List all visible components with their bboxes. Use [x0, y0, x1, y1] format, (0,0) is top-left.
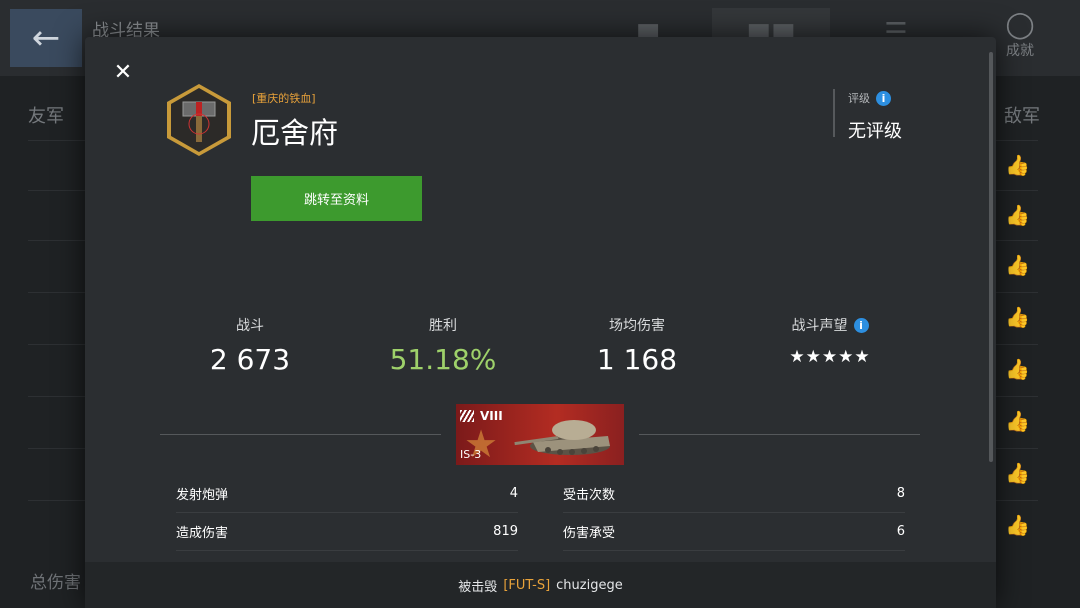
rating-label: 评级 i — [848, 90, 891, 106]
detail-value: 4 — [509, 485, 518, 501]
scrollbar[interactable] — [989, 52, 993, 462]
detail-value: 8 — [896, 485, 905, 501]
divider — [639, 434, 920, 435]
reputation-stars: ★★★★★ — [789, 347, 871, 367]
detail-label: 造成伤害 — [176, 525, 229, 541]
stat-battles: 战斗 2 673 — [150, 315, 350, 376]
killed-by-label: 被击毁 — [458, 579, 498, 595]
thumbs-up-icon[interactable]: 👍 — [1005, 461, 1030, 485]
detail-row: 发射炮弹 4 — [176, 474, 518, 513]
clan-tag: [重庆的铁血] — [252, 92, 316, 105]
heavy-tank-class-icon — [460, 410, 474, 422]
stat-label: 战斗声望 i — [730, 315, 930, 335]
total-damage-label: 总伤害 — [30, 573, 81, 593]
enemies-header: 敌军 — [1004, 106, 1040, 127]
killer-clan-tag: [FUT-S] — [503, 577, 551, 593]
rating-value: 无评级 — [848, 121, 902, 142]
go-to-profile-button[interactable]: 跳转至资料 — [251, 176, 422, 221]
stat-value: 1 168 — [596, 343, 678, 376]
arrow-left-icon: ← — [31, 18, 61, 58]
stat-value: 51.18% — [389, 343, 497, 376]
achievements-label: 成就 — [1006, 43, 1034, 59]
tank-name: IS-3 — [460, 448, 482, 461]
stat-label: 战斗 — [150, 315, 350, 335]
thumbs-up-icon[interactable]: 👍 — [1005, 153, 1030, 177]
thumbs-up-icon[interactable]: 👍 — [1005, 357, 1030, 381]
tier-label: VIII — [480, 409, 503, 423]
detail-value: 819 — [493, 523, 518, 539]
tank-tier: VIII — [460, 409, 503, 423]
allies-header: 友军 — [28, 106, 64, 127]
stat-value: 2 673 — [209, 343, 291, 376]
stat-label-text: 战斗声望 — [791, 318, 848, 334]
stat-victories: 胜利 51.18% — [343, 315, 543, 376]
close-button[interactable]: ✕ — [111, 61, 135, 85]
medal-icon: ◯ — [1005, 10, 1035, 40]
detail-row: 伤害承受 6 — [563, 512, 905, 551]
info-icon[interactable]: i — [853, 317, 869, 333]
stat-avg-damage: 场均伤害 1 168 — [537, 315, 737, 376]
close-icon: ✕ — [113, 60, 133, 85]
detail-label: 受击次数 — [563, 487, 616, 503]
stat-label: 胜利 — [343, 315, 543, 335]
rating-label-text: 评级 — [848, 92, 870, 105]
tank-image — [514, 420, 610, 455]
thumbs-up-icon[interactable]: 👍 — [1005, 305, 1030, 329]
divider — [833, 89, 835, 137]
clan-emblem-icon — [167, 84, 231, 156]
detail-label: 发射炮弹 — [176, 487, 229, 503]
stat-reputation: 战斗声望 i ★★★★★ — [730, 315, 930, 367]
thumbs-up-icon[interactable]: 👍 — [1005, 513, 1030, 537]
killer-name: chuzigege — [556, 577, 623, 593]
back-button[interactable]: ← — [10, 9, 82, 67]
stat-label: 场均伤害 — [537, 315, 737, 335]
tab-achievements[interactable]: ◯ 成就 — [995, 10, 1045, 60]
info-icon[interactable]: i — [876, 90, 891, 106]
tank-card: ★ VIII IS-3 — [456, 404, 624, 465]
stat-label-text: 战斗 — [236, 318, 264, 334]
stat-label-text: 胜利 — [429, 318, 457, 334]
detail-value: 6 — [896, 523, 905, 539]
detail-row: 造成伤害 819 — [176, 512, 518, 551]
thumbs-up-icon[interactable]: 👍 — [1005, 253, 1030, 277]
stat-label-text: 场均伤害 — [609, 318, 665, 334]
player-name: 厄舍府 — [251, 116, 339, 150]
player-info-dialog: ✕ [重庆的铁血] 厄舍府 评级 i 无评级 跳转至资料 战斗 2 673 胜利… — [85, 37, 996, 608]
divider — [160, 434, 441, 435]
detail-label: 伤害承受 — [563, 525, 616, 541]
thumbs-up-icon[interactable]: 👍 — [1005, 409, 1030, 433]
killed-by-bar: 被击毁 [FUT-S] chuzigege — [85, 562, 996, 608]
thumbs-up-icon[interactable]: 👍 — [1005, 203, 1030, 227]
detail-row: 受击次数 8 — [563, 474, 905, 513]
